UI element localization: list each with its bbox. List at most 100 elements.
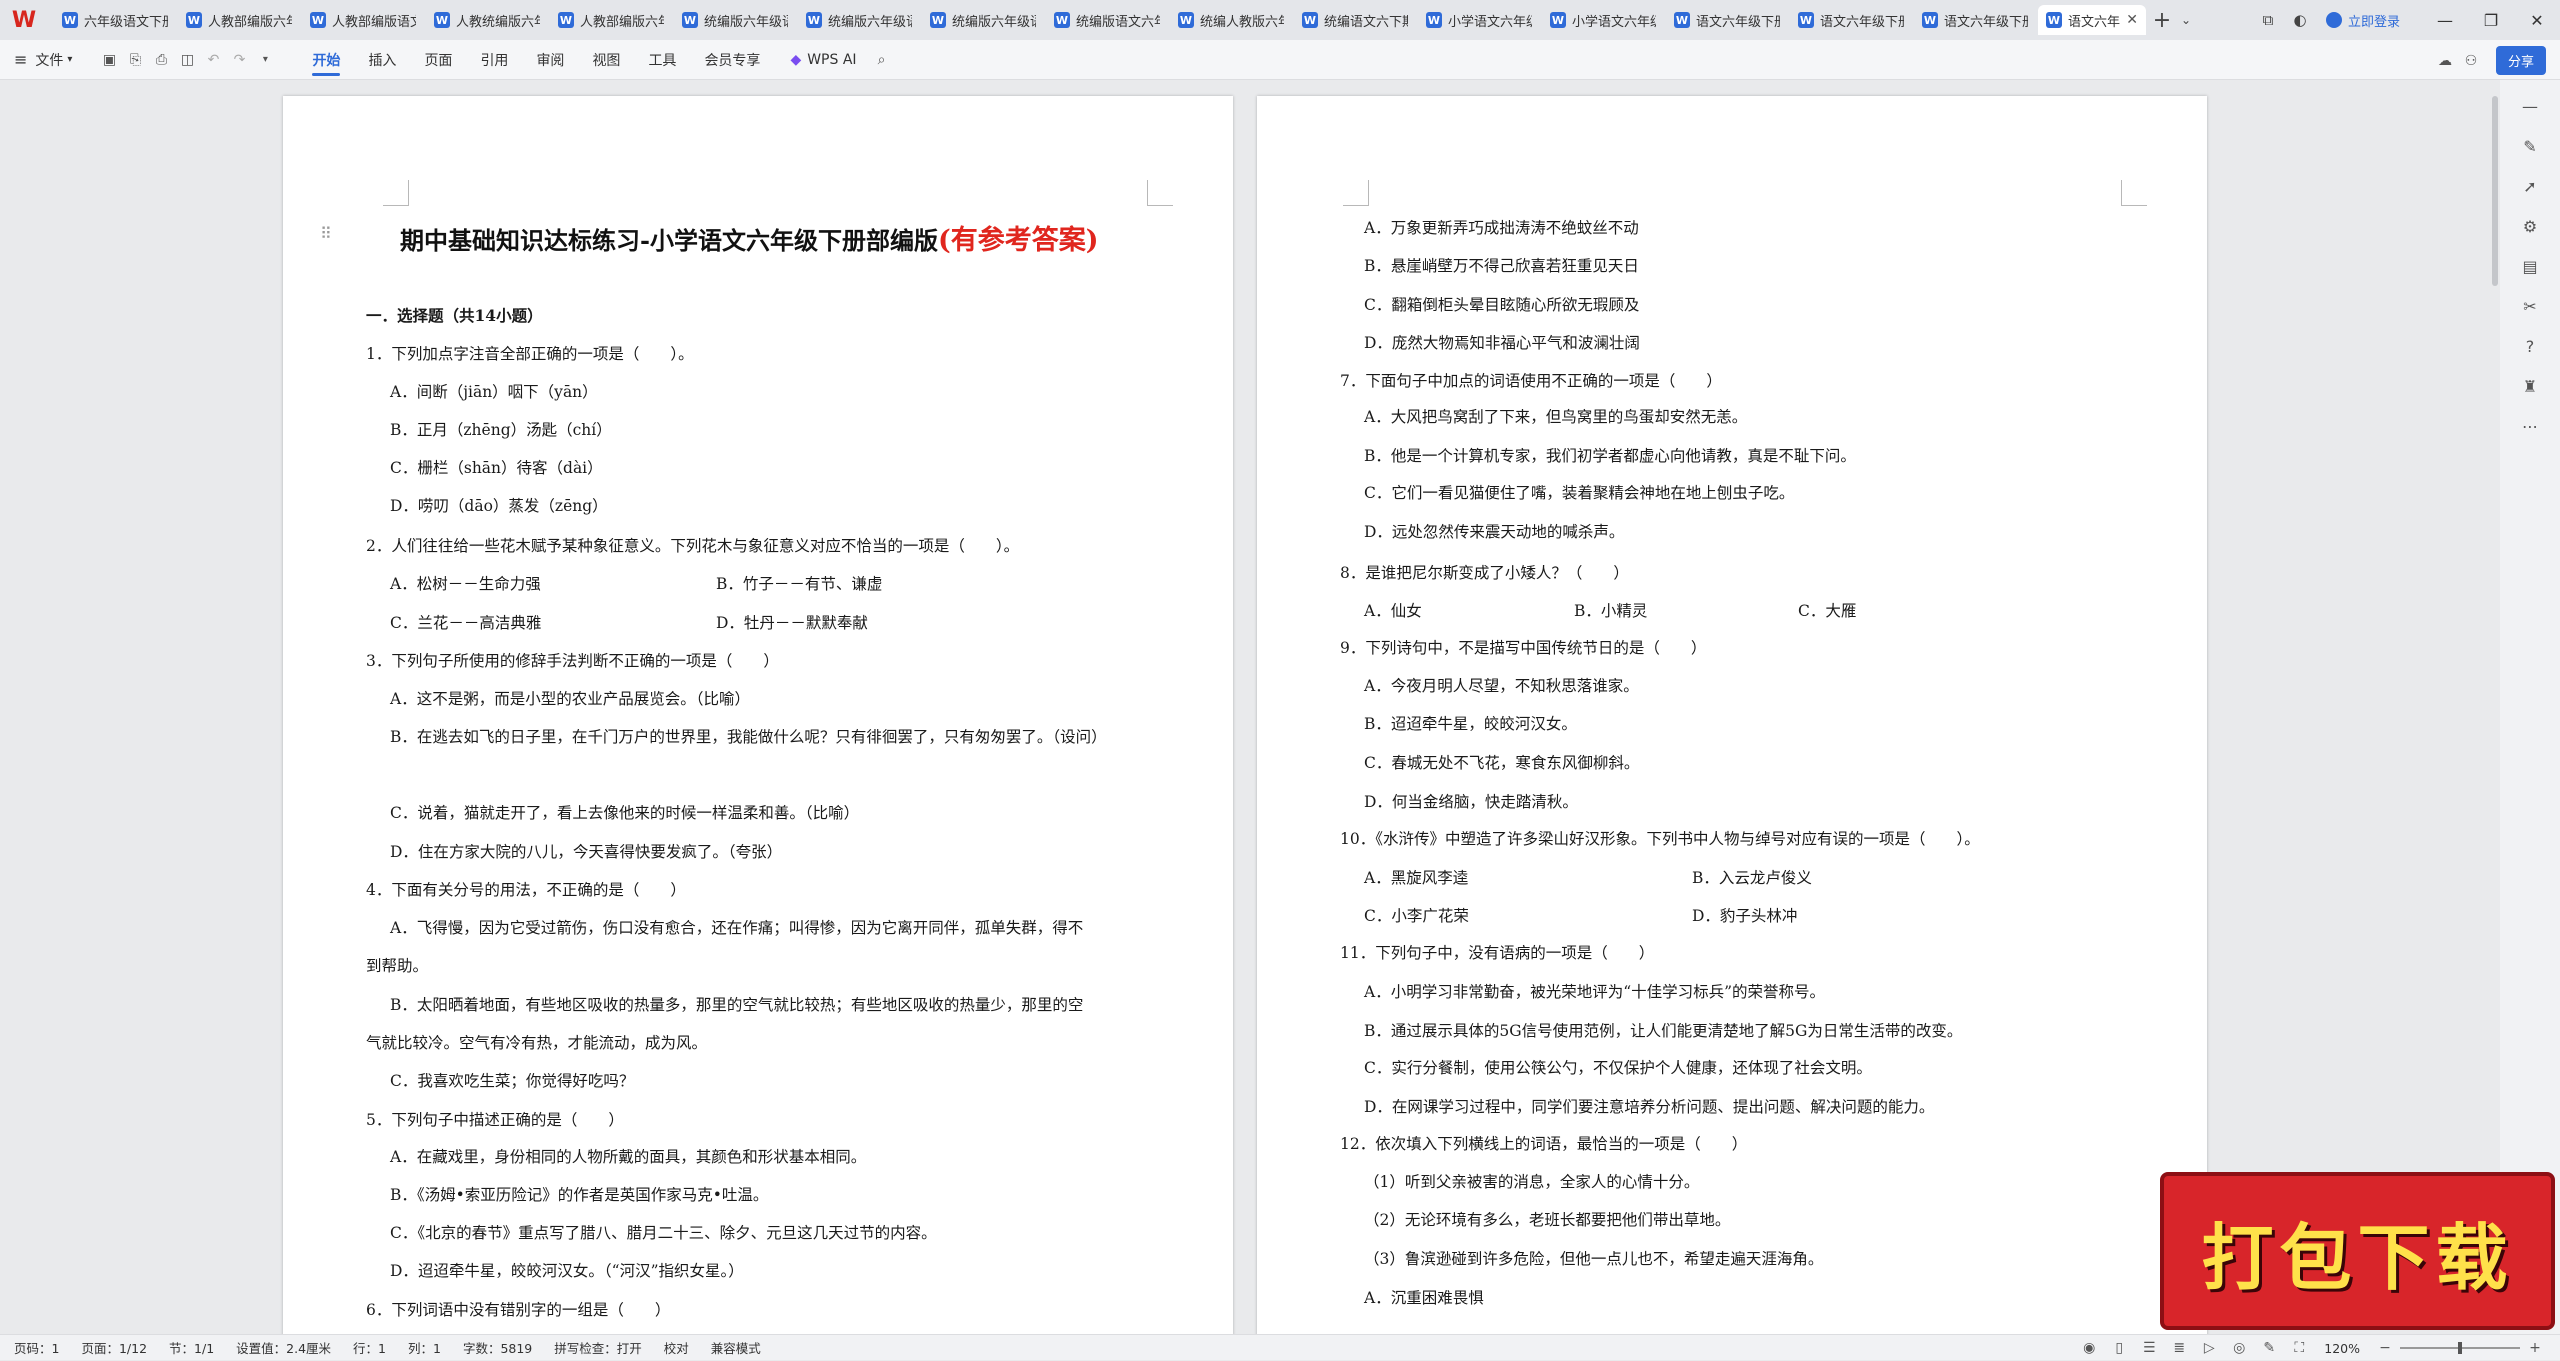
doc-text-line: （3）鲁滨逊碰到许多危险，但他一点儿也不，希望走遍天涯海角。	[1364, 1250, 1824, 1268]
tab-document[interactable]: W 统编版六年级语	[922, 5, 1044, 35]
doc-text-line: 3．下列句子所使用的修辞手法判断不正确的一项是（ ）	[366, 652, 779, 670]
edit-icon[interactable]: ✎	[2254, 1340, 2284, 1356]
tab-document[interactable]: W 六年级语文下册	[54, 5, 176, 35]
zoom-slider[interactable]	[2400, 1342, 2520, 1354]
redo-icon[interactable]: ↷	[226, 52, 252, 68]
more-icon[interactable]: ⋯	[2512, 406, 2548, 446]
status-page: 页码：1	[14, 1341, 60, 1356]
restore-button[interactable]: ❐	[2468, 11, 2514, 30]
avatar-icon	[2325, 12, 2342, 28]
tab-document[interactable]: W 语文六年级下册	[1914, 5, 2036, 35]
tab-document[interactable]: W 统编人教版六年	[1170, 5, 1292, 35]
chevron-down-icon: ▾	[67, 54, 73, 65]
tab-document[interactable]: W 小学语文六年级	[1418, 5, 1540, 35]
doc-text-line: D．牡丹－－默默奉献	[716, 614, 868, 632]
fit-page-icon[interactable]: ⛶	[2284, 1340, 2314, 1356]
play-icon[interactable]: ▷	[2194, 1340, 2224, 1356]
export-pdf-icon[interactable]: ⎘	[122, 52, 148, 68]
tab-document[interactable]: W 统编语文六下期	[1294, 5, 1416, 35]
status-words[interactable]: 字数：5819	[463, 1338, 532, 1357]
zoom-in-icon[interactable]: +	[2520, 1340, 2550, 1356]
doc-text-line: 6．下列词语中没有错别字的一组是（ ）	[366, 1301, 671, 1319]
tab-document[interactable]: W 人教部编版六年	[550, 5, 672, 35]
doc-text-line: 8．是谁把尼尔斯变成了小矮人？（ ）	[1340, 564, 1629, 582]
right-sidebar: — ✎ ➚ ⚙ ▤ ✂ ? ♜ ⋯	[2500, 80, 2560, 1334]
doc-text-line: C．《北京的春节》重点写了腊八、腊月二十三、除夕、元旦这几天过节的内容。	[390, 1224, 937, 1242]
tab-document[interactable]: W 小学语文六年级	[1542, 5, 1664, 35]
tab-document[interactable]: W 语文六年级下册	[1790, 5, 1912, 35]
window-layout-icon[interactable]: ⧉	[2252, 11, 2284, 29]
ribbon-tab[interactable]: 开始	[312, 42, 341, 78]
doc-text-line: B．通过展示具体的5G信号使用范例，让人们能更清楚地了解5G为日常生活带的改变。	[1364, 1022, 1963, 1040]
web-view-icon[interactable]: ☰	[2134, 1340, 2164, 1356]
print-icon[interactable]: ⎙	[148, 52, 174, 68]
wps-ai-label: WPS AI	[807, 51, 857, 68]
wps-ai-button[interactable]: ◆ WPS AI	[790, 52, 856, 68]
doc-text-line: A．在藏戏里，身份相同的人物所戴的面具，其颜色和形状基本相同。	[390, 1148, 867, 1166]
ribbon-tab[interactable]: 审阅	[536, 42, 564, 78]
status-pages[interactable]: 页面：1/12	[81, 1338, 147, 1357]
doc-text-line: C．我喜欢吃生菜；你觉得好吃吗？	[390, 1072, 635, 1090]
close-window-button[interactable]: ✕	[2514, 11, 2560, 30]
vertical-scrollbar[interactable]	[2492, 96, 2498, 286]
doc-text-line: A．黑旋风李逵	[1364, 869, 1469, 887]
tab-list-chevron-icon[interactable]: ⌄	[2176, 13, 2196, 27]
zoom-out-icon[interactable]: −	[2370, 1340, 2400, 1356]
wps-logo-icon[interactable]: W	[8, 4, 40, 36]
ribbon-tab[interactable]: 工具	[648, 42, 676, 78]
doc-text-line: C．小李广花荣	[1364, 907, 1469, 925]
tab-label: 统编人教版六年	[1200, 14, 1284, 30]
outline-view-icon[interactable]: ≣	[2164, 1340, 2194, 1356]
login-button[interactable]: 立即登录	[2325, 11, 2400, 30]
page-view-icon[interactable]: ▯	[2104, 1340, 2134, 1356]
tab-document[interactable]: W 统编版语文六年	[1046, 5, 1168, 35]
eye-protect-icon[interactable]: ◉	[2074, 1340, 2104, 1356]
zoom-level[interactable]: 120%	[2324, 1341, 2360, 1356]
ribbon-tab[interactable]: 插入	[368, 42, 396, 78]
ribbon-tab[interactable]: 页面	[424, 42, 452, 78]
word-doc-icon: W	[1798, 12, 1814, 28]
globe-icon[interactable]: ◎	[2224, 1340, 2254, 1356]
customize-chevron-icon[interactable]: ▾	[252, 54, 278, 65]
search-icon[interactable]: ⌕	[869, 52, 895, 68]
status-spell-check[interactable]: 拼写检查：打开	[554, 1338, 642, 1357]
tab-document[interactable]: W 统编版六年级语	[674, 5, 796, 35]
collaborate-icon[interactable]: ⚇	[2458, 53, 2484, 69]
tab-document[interactable]: W 人教部编版语文	[302, 5, 424, 35]
file-menu-button[interactable]: ≡ 文件 ▾	[14, 50, 72, 70]
cloud-sync-icon[interactable]: ☁	[2432, 53, 2458, 69]
image-icon[interactable]: ▤	[2512, 246, 2548, 286]
select-pointer-icon[interactable]: ➚	[2512, 166, 2548, 206]
download-pack-banner[interactable]: 打包下载	[2160, 1172, 2555, 1330]
word-doc-icon: W	[806, 12, 822, 28]
skin-icon[interactable]: ◐	[2284, 11, 2316, 29]
help-icon[interactable]: ?	[2512, 326, 2548, 366]
tab-active-document[interactable]: W 语文六年 ✕	[2038, 5, 2146, 35]
tab-document[interactable]: W 人教部编版六年	[178, 5, 300, 35]
ribbon-tab[interactable]: 视图	[592, 42, 620, 78]
print-preview-icon[interactable]: ◫	[174, 52, 200, 68]
minimize-button[interactable]: —	[2422, 11, 2468, 30]
share-button[interactable]: 分享	[2495, 46, 2546, 75]
paragraph-drag-handle-icon[interactable]: ⠿	[320, 224, 332, 243]
status-compat-mode: 兼容模式	[710, 1341, 761, 1356]
close-tab-icon[interactable]: ✕	[2126, 12, 2138, 28]
adjust-icon[interactable]: ⚙	[2512, 206, 2548, 246]
shirt-icon[interactable]: ♜	[2512, 366, 2548, 406]
word-doc-icon: W	[1550, 12, 1566, 28]
tab-document[interactable]: W 统编版六年级语	[798, 5, 920, 35]
new-tab-button[interactable]: +	[2148, 8, 2176, 33]
save-icon[interactable]: ▣	[96, 52, 122, 68]
tools-icon[interactable]: ✂	[2512, 286, 2548, 326]
status-proof[interactable]: 校对	[664, 1338, 689, 1357]
doc-text-line: C．翻箱倒柜头晕目眩随心所欲无瑕顾及	[1364, 296, 1640, 314]
tab-document[interactable]: W 人教统编版六年	[426, 5, 548, 35]
undo-icon[interactable]: ↶	[200, 52, 226, 68]
pen-icon[interactable]: ✎	[2512, 126, 2548, 166]
tab-document[interactable]: W 语文六年级下册	[1666, 5, 1788, 35]
ribbon-tab[interactable]: 引用	[480, 42, 508, 78]
ribbon-tab[interactable]: 会员专享	[704, 42, 760, 78]
collapse-icon[interactable]: —	[2512, 86, 2548, 126]
status-setting: 设置值：2.4厘米	[236, 1341, 332, 1356]
doc-text-line: A．小明学习非常勤奋，被光荣地评为“十佳学习标兵”的荣誉称号。	[1364, 983, 1826, 1001]
